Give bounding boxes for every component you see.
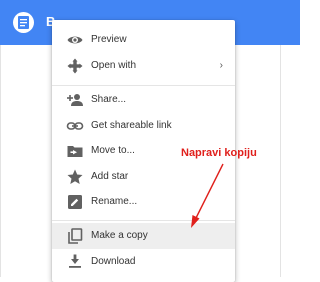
annotation-arrow (191, 163, 224, 228)
